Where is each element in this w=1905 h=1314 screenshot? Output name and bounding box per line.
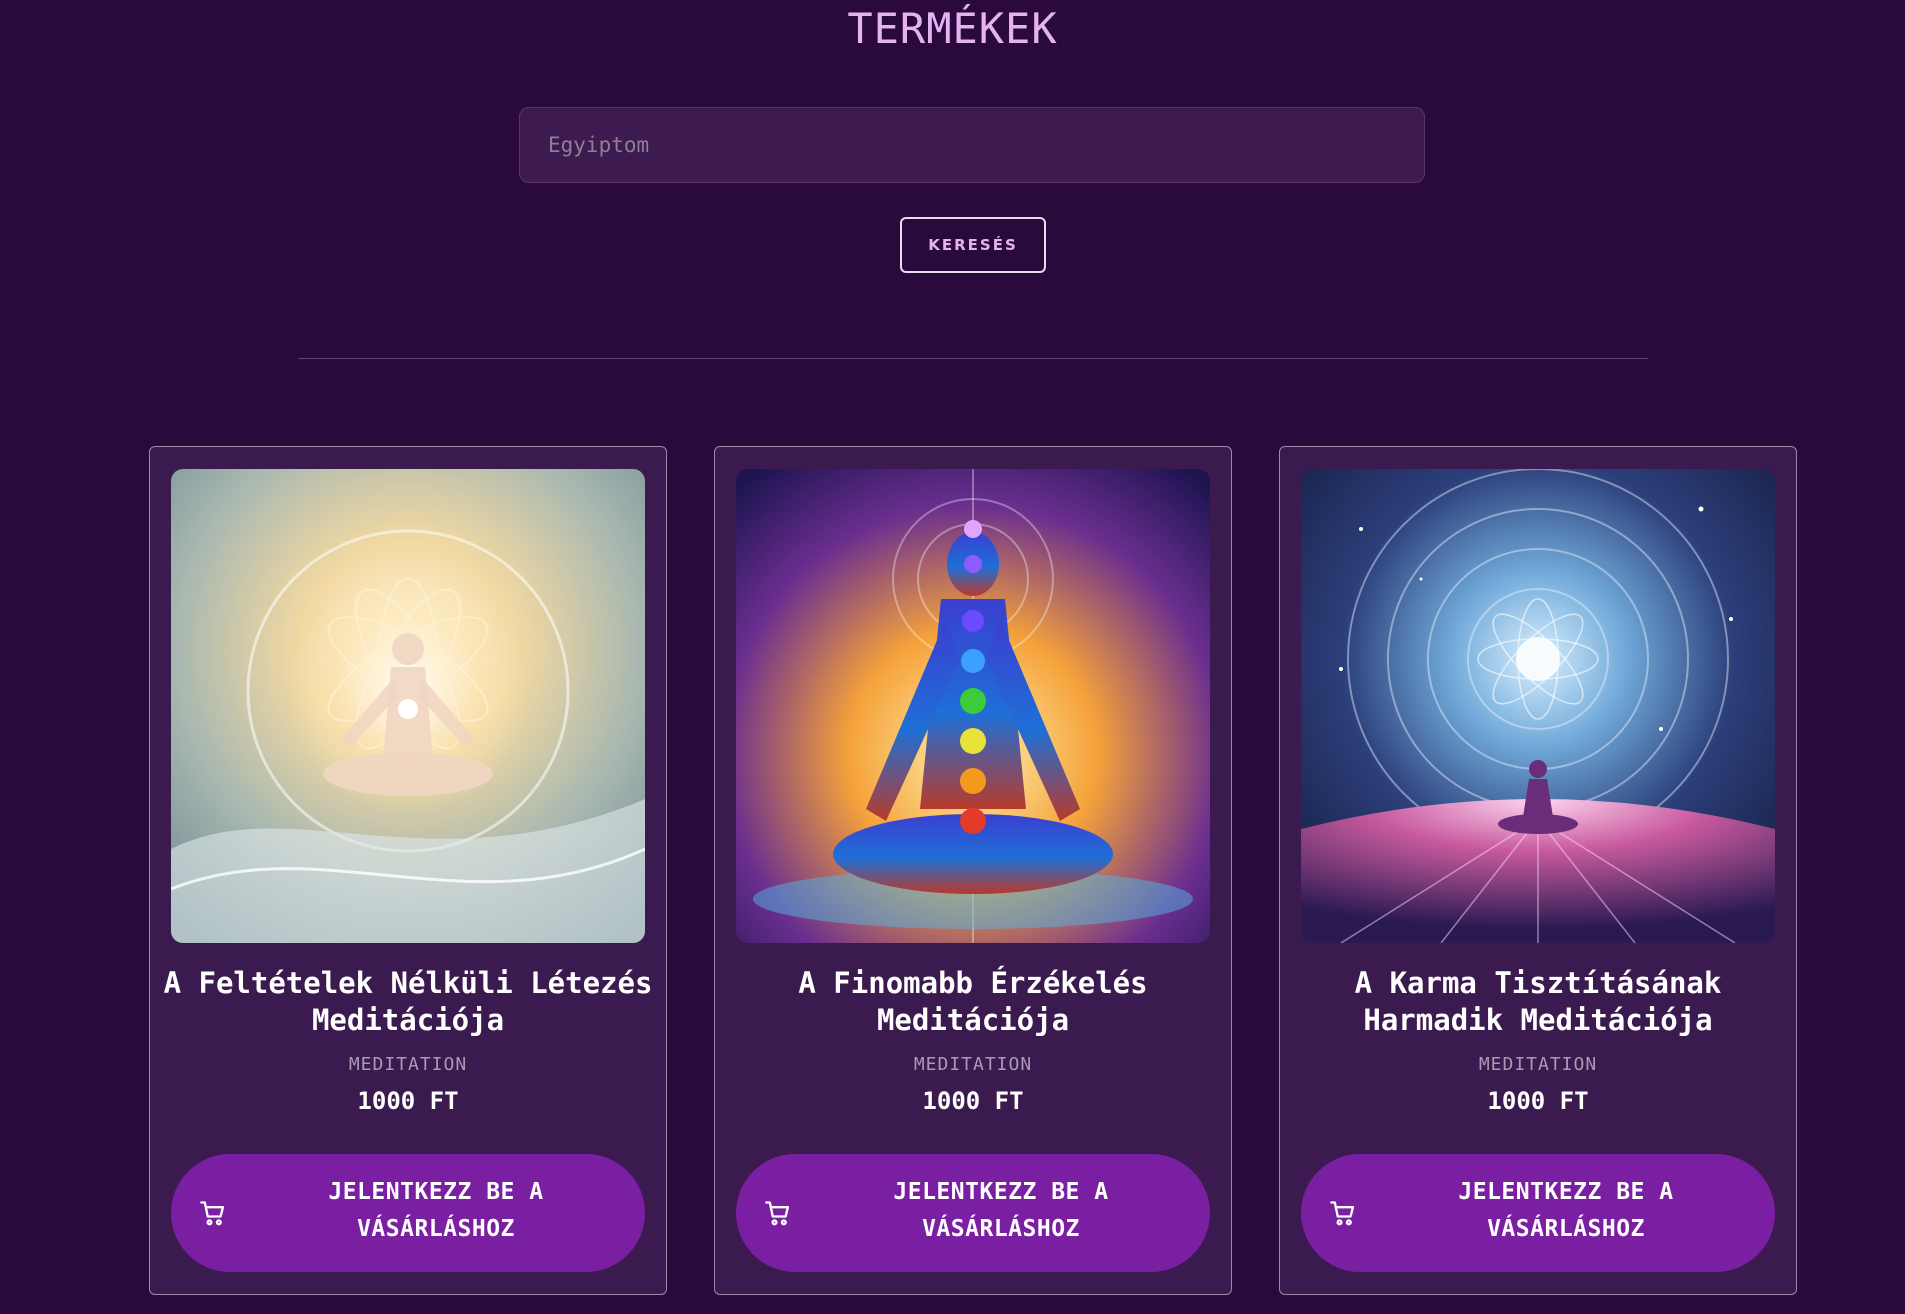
login-to-buy-button[interactable]: JELENTKEZZ BE A VÁSÁRLÁSHOZ	[171, 1154, 645, 1272]
product-price: 1000 FT	[1487, 1087, 1589, 1115]
login-to-buy-label: JELENTKEZZ BE A VÁSÁRLÁSHOZ	[328, 1179, 544, 1242]
product-category: MEDITATION	[348, 1054, 468, 1075]
product-category: MEDITATION	[913, 1054, 1033, 1075]
divider	[298, 358, 1648, 359]
login-to-buy-label: JELENTKEZZ BE A VÁSÁRLÁSHOZ	[893, 1179, 1109, 1242]
search-button[interactable]: KERESÉS	[900, 217, 1046, 273]
product-title[interactable]: A Feltételek Nélküli Létezés Meditációja	[160, 965, 656, 1039]
product-card: A Karma Tisztításának Harmadik Meditáció…	[1279, 446, 1797, 1295]
product-category: MEDITATION	[1478, 1054, 1598, 1075]
login-to-buy-button[interactable]: JELENTKEZZ BE A VÁSÁRLÁSHOZ	[1301, 1154, 1775, 1272]
cart-icon	[1330, 1201, 1355, 1226]
product-price: 1000 FT	[357, 1087, 459, 1115]
product-image[interactable]	[171, 469, 645, 943]
product-card: A Feltételek Nélküli Létezés Meditációja…	[149, 446, 667, 1295]
product-image[interactable]	[736, 469, 1210, 943]
product-image[interactable]	[1301, 469, 1775, 943]
cart-icon	[765, 1201, 790, 1226]
login-to-buy-button[interactable]: JELENTKEZZ BE A VÁSÁRLÁSHOZ	[736, 1154, 1210, 1272]
page-title: TERMÉKEK	[847, 4, 1058, 53]
search-input[interactable]	[519, 107, 1425, 183]
login-to-buy-label: JELENTKEZZ BE A VÁSÁRLÁSHOZ	[1458, 1179, 1674, 1242]
cart-icon	[200, 1201, 225, 1226]
product-title[interactable]: A Karma Tisztításának Harmadik Meditáció…	[1290, 965, 1786, 1039]
product-card: A Finomabb Érzékelés Meditációja MEDITAT…	[714, 446, 1232, 1295]
product-title[interactable]: A Finomabb Érzékelés Meditációja	[725, 965, 1221, 1039]
product-price: 1000 FT	[922, 1087, 1024, 1115]
